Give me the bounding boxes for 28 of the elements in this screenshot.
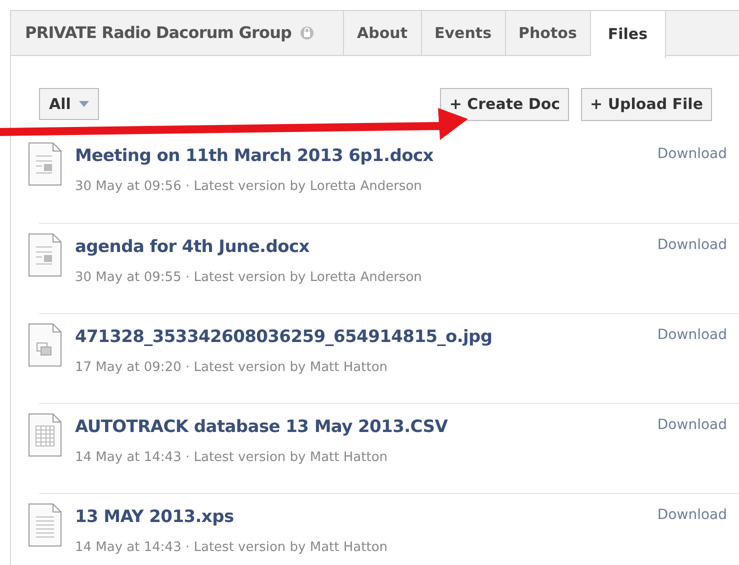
create-doc-button[interactable]: + Create Doc xyxy=(440,88,570,120)
file-meta: 14 May at 14:43 · Latest version by Matt Hatton xyxy=(75,538,388,556)
file-icon xyxy=(28,503,62,547)
download-link[interactable]: Download xyxy=(657,142,727,223)
tab[interactable]: About xyxy=(344,11,422,55)
file-meta: 30 May at 09:56 · Latest version by Loretta Anderson xyxy=(75,178,423,196)
tab[interactable]: Files xyxy=(590,11,666,58)
file-icon xyxy=(28,413,62,457)
file-icon xyxy=(28,323,62,367)
upload-file-button[interactable]: + Upload File xyxy=(581,88,712,120)
caret-icon xyxy=(78,101,89,107)
file-meta: 30 May at 09:55 · Latest version by Loretta Anderson xyxy=(75,268,422,286)
download-link[interactable]: Download xyxy=(657,413,727,493)
file-meta: 17 May at 09:20 · Latest version by Matt Hatton xyxy=(75,358,389,376)
file-name-link[interactable]: 13 MAY 2013.xps xyxy=(75,505,388,530)
group-name: PRIVATE Radio Dacorum Group xyxy=(25,22,292,44)
file-icon xyxy=(28,142,62,186)
filter-dropdown[interactable]: All xyxy=(39,88,99,120)
file-name-link[interactable]: 471328_353342608036259_654914815_o.jpg xyxy=(75,325,492,350)
tab[interactable]: Events xyxy=(422,11,506,55)
file-name-link[interactable]: AUTOTRACK database 13 May 2013.CSV xyxy=(75,415,448,440)
download-link[interactable]: Download xyxy=(657,503,727,565)
download-link[interactable]: Download xyxy=(657,323,727,403)
file-name-link[interactable]: Meeting on 11th March 2013 6p1.docx xyxy=(75,144,434,170)
download-link[interactable]: Download xyxy=(657,233,727,313)
file-name-link[interactable]: agenda for 4th June.docx xyxy=(75,235,422,260)
file-icon xyxy=(28,233,62,277)
file-meta: 14 May at 14:43 · Latest version by Matt Hatton xyxy=(75,448,389,466)
